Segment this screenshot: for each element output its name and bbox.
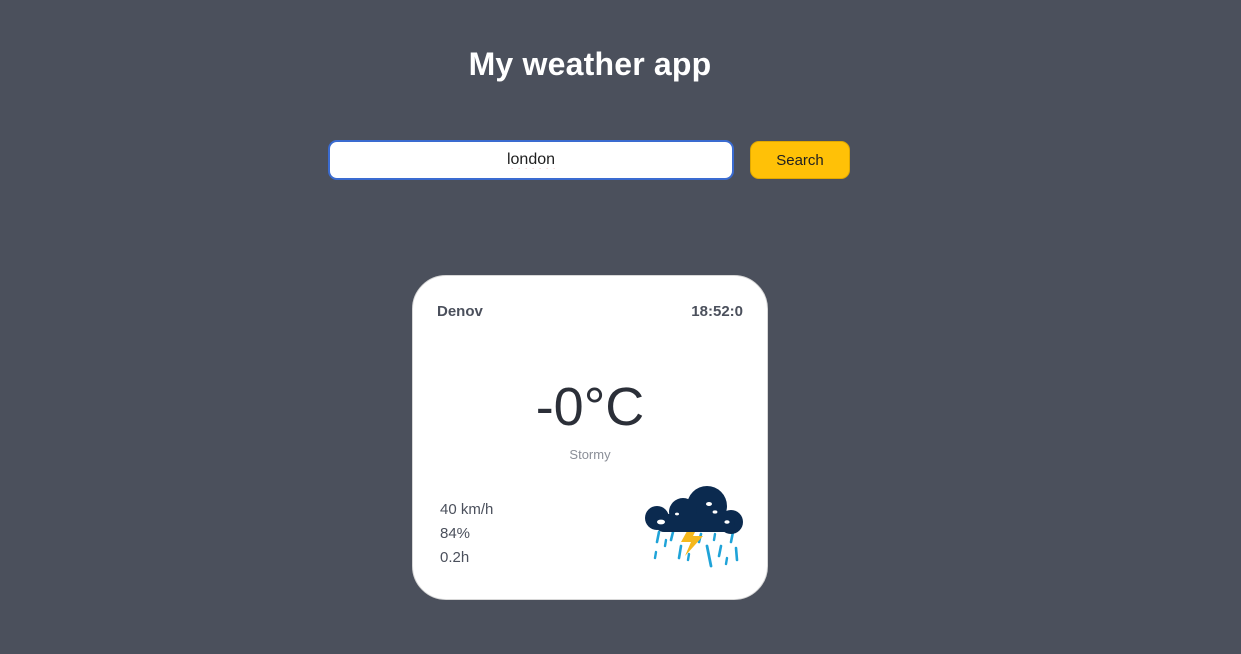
search-input[interactable] (328, 140, 734, 180)
local-time: 18:52:0 (691, 303, 743, 320)
temperature: -0°C (535, 377, 645, 437)
storm-cloud-icon (645, 486, 743, 568)
search-button[interactable]: Search (750, 141, 850, 179)
cloud-icon (645, 486, 743, 534)
humidity: 84% (440, 525, 471, 542)
weather-card: Denov 18:52:0 -0°C Stormy 40 km/h 84% 0.… (412, 275, 768, 600)
wind-speed: 40 km/h (440, 501, 494, 518)
app-title: My weather app (468, 46, 712, 82)
weather-details: 40 km/h 84% 0.2h (440, 498, 493, 570)
weather-condition: Stormy (569, 447, 611, 462)
precipitation: 0.2h (440, 549, 470, 566)
city-name: Denov (437, 303, 483, 320)
